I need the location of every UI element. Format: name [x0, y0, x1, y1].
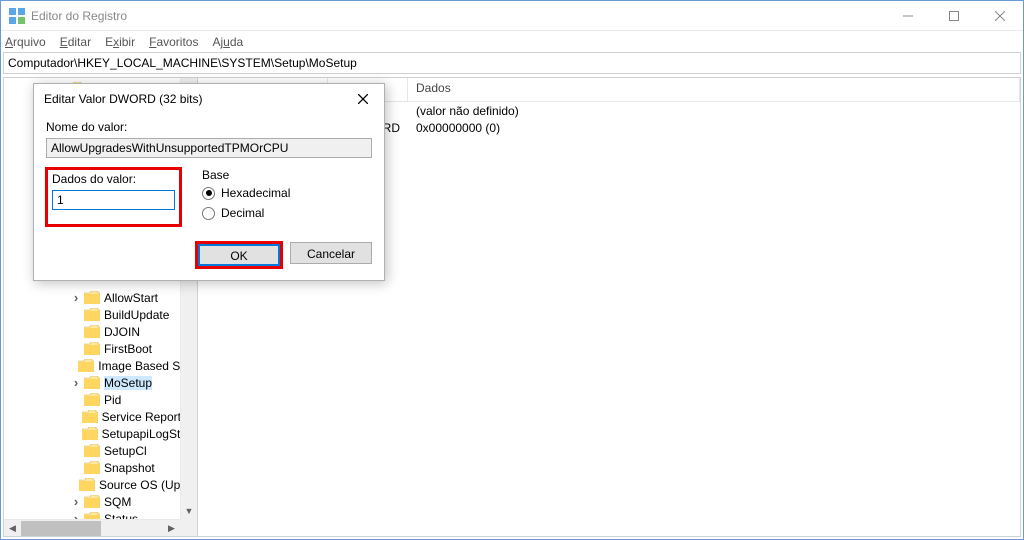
tree-item[interactable]: Pid — [4, 391, 197, 408]
tree-horizontal-scrollbar[interactable]: ◀ ▶ — [4, 519, 180, 536]
folder-icon — [84, 308, 100, 321]
close-button[interactable] — [977, 1, 1023, 31]
tree-item[interactable]: Source OS (Updat — [4, 476, 197, 493]
scroll-right-arrow-icon[interactable]: ▶ — [163, 520, 180, 537]
folder-icon — [84, 444, 100, 457]
scroll-left-arrow-icon[interactable]: ◀ — [4, 520, 21, 537]
menubar: Arquivo Editar Exibir Favoritos Ajuda — [1, 31, 1023, 52]
scroll-down-arrow-icon[interactable]: ▼ — [181, 502, 198, 519]
tree-item-label: DJOIN — [104, 325, 140, 339]
dialog-titlebar: Editar Valor DWORD (32 bits) — [34, 84, 384, 114]
tree-item[interactable]: › AllowStart — [4, 289, 197, 306]
value-data-group: Dados do valor: — [46, 168, 181, 226]
menu-favoritos-label: avoritos — [156, 35, 198, 49]
tree-item[interactable]: Snapshot — [4, 459, 197, 476]
menu-ajuda[interactable]: Ajuda — [212, 35, 243, 49]
folder-icon — [78, 359, 94, 372]
tree-item-label: Snapshot — [104, 461, 155, 475]
menu-arquivo-label: rquivo — [13, 35, 46, 49]
scroll-corner — [180, 519, 197, 536]
radio-hex[interactable]: Hexadecimal — [202, 186, 372, 200]
tree-item[interactable]: DJOIN — [4, 323, 197, 340]
folder-icon — [84, 325, 100, 338]
edit-dword-dialog: Editar Valor DWORD (32 bits) Nome do val… — [33, 83, 385, 281]
folder-icon — [84, 291, 100, 304]
tree-item[interactable]: › MoSetup — [4, 374, 197, 391]
dialog-close-button[interactable] — [342, 84, 384, 114]
tree-item[interactable]: FirstBoot — [4, 340, 197, 357]
titlebar: Editor do Registro — [1, 1, 1023, 31]
chevron-right-icon[interactable]: › — [70, 375, 82, 390]
scroll-h-thumb[interactable] — [21, 521, 101, 536]
tree-item-label: SetupCl — [104, 444, 147, 458]
folder-icon — [84, 393, 100, 406]
app-icon — [9, 8, 25, 24]
tree-item-label: Pid — [104, 393, 121, 407]
dialog-title-text: Editar Valor DWORD (32 bits) — [44, 92, 202, 106]
tree-item-label: FirstBoot — [104, 342, 152, 356]
menu-editar-label: ditar — [68, 35, 91, 49]
radio-dec-indicator — [202, 207, 215, 220]
tree-item-label: BuildUpdate — [104, 308, 169, 322]
tree-item-label: AllowStart — [104, 291, 158, 305]
folder-icon — [84, 461, 100, 474]
chevron-right-icon[interactable]: › — [70, 290, 82, 305]
folder-icon — [82, 427, 98, 440]
folder-icon — [84, 376, 100, 389]
tree-item-label: MoSetup — [104, 376, 152, 390]
tree-item[interactable]: SetupapiLogStatu — [4, 425, 197, 442]
col-header-data[interactable]: Dados — [408, 78, 1020, 101]
radio-dec-label: Decimal — [221, 206, 264, 220]
folder-icon — [84, 495, 100, 508]
tree-item[interactable]: Service Reporting — [4, 408, 197, 425]
tree-item[interactable]: SetupCl — [4, 442, 197, 459]
tree-item[interactable]: › SQM — [4, 493, 197, 510]
list-cell-data: 0x00000000 (0) — [408, 121, 1020, 135]
radio-hex-label: Hexadecimal — [221, 186, 290, 200]
tree-item[interactable]: BuildUpdate — [4, 306, 197, 323]
menu-editar[interactable]: Editar — [60, 35, 91, 49]
radio-hex-indicator — [202, 187, 215, 200]
base-group: Base Hexadecimal Decimal — [202, 168, 372, 226]
menu-favoritos[interactable]: Favoritos — [149, 35, 198, 49]
tree-item-label: SQM — [104, 495, 131, 509]
menu-arquivo[interactable]: Arquivo — [5, 35, 46, 49]
value-name-input[interactable] — [46, 138, 372, 158]
menu-exibir[interactable]: Exibir — [105, 35, 135, 49]
address-text: Computador\HKEY_LOCAL_MACHINE\SYSTEM\Set… — [8, 56, 357, 70]
minimize-button[interactable] — [885, 1, 931, 31]
folder-icon — [84, 342, 100, 355]
value-data-input[interactable] — [52, 190, 175, 210]
value-name-label: Nome do valor: — [46, 120, 372, 134]
radio-dec[interactable]: Decimal — [202, 206, 372, 220]
base-label: Base — [202, 168, 372, 182]
cancel-button[interactable]: Cancelar — [290, 242, 372, 264]
tree-item[interactable]: Image Based Setu — [4, 357, 197, 374]
menu-exibir-label: ibir — [119, 35, 135, 49]
registry-editor-window: Editor do Registro Arquivo Editar Exibir… — [0, 0, 1024, 540]
value-data-label: Dados do valor: — [52, 172, 175, 186]
ok-button[interactable]: OK — [198, 244, 280, 266]
window-title: Editor do Registro — [31, 9, 127, 23]
maximize-button[interactable] — [931, 1, 977, 31]
chevron-right-icon[interactable]: › — [70, 494, 82, 509]
menu-ajuda-label: da — [230, 35, 243, 49]
list-cell-data: (valor não definido) — [408, 104, 1020, 118]
address-bar[interactable]: Computador\HKEY_LOCAL_MACHINE\SYSTEM\Set… — [3, 52, 1021, 74]
folder-icon — [82, 410, 98, 423]
folder-icon — [79, 478, 95, 491]
